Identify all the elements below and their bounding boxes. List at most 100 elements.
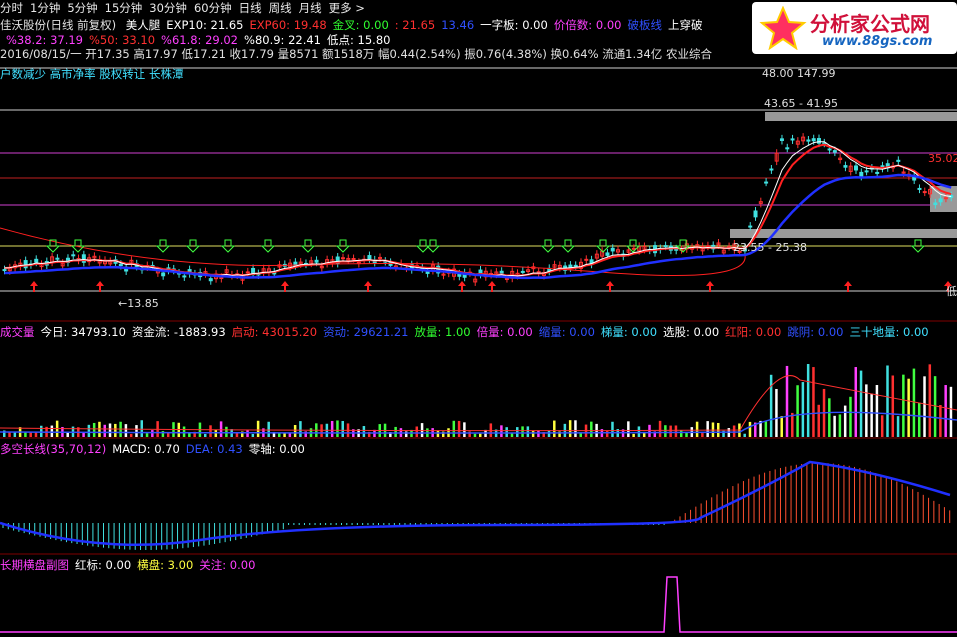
rect-315 <box>832 150 837 153</box>
vol-header-item-8: 梯量: 0.00 <box>600 325 658 339</box>
volume-bar-41 <box>219 421 223 437</box>
volume-bar-179 <box>949 386 953 437</box>
volume-bar-146 <box>775 388 778 437</box>
volume-bar-126 <box>669 425 672 437</box>
volume-bar-166 <box>880 415 884 437</box>
volume-bar-86 <box>457 420 461 437</box>
volume-bar-87 <box>463 422 466 437</box>
rect-267 <box>705 245 710 248</box>
volume-bar-173 <box>917 402 921 437</box>
rect-285 <box>753 210 758 218</box>
volume-bar-168 <box>891 375 895 437</box>
volume-bar-151 <box>801 382 805 437</box>
red-arrow-4 <box>458 281 466 292</box>
volume-bar-48 <box>256 420 260 437</box>
volume-bar-17 <box>92 422 96 437</box>
vol-header-item-2: 资金流: -1883.93 <box>131 325 226 339</box>
volume-bar-169 <box>896 416 900 437</box>
volume-bar-149 <box>791 412 794 437</box>
volume-bar-42 <box>225 426 228 437</box>
rect-93 <box>245 271 250 274</box>
vol-header-item-5: 放量: 1.00 <box>414 325 471 339</box>
volume-bar-39 <box>209 425 212 437</box>
vol-header-item-10: 红阳: 0.00 <box>725 325 782 339</box>
rect-309 <box>816 138 821 144</box>
volume-bar-21 <box>114 423 117 437</box>
rect-13 <box>34 258 39 263</box>
volume-bar-79 <box>420 423 424 437</box>
blue-trend-line <box>4 173 952 280</box>
volume-bar-28 <box>151 430 154 437</box>
volume-bar-145 <box>769 374 773 437</box>
sub-header-item-0: 长期横盘副图 <box>0 558 69 572</box>
rect-133 <box>351 257 356 260</box>
site-logo: 分析家公式网 www.88gs.com <box>752 2 957 54</box>
volume-bar-167 <box>886 365 889 437</box>
volume-bar-25 <box>135 425 138 437</box>
volume-bar-141 <box>748 421 752 437</box>
volume-bar-174 <box>923 376 926 437</box>
volume-bar-55 <box>293 425 297 437</box>
rect-31 <box>81 254 86 263</box>
volume-bar-20 <box>108 423 112 437</box>
macd-header-item-1: MACD: 0.70 <box>112 442 180 456</box>
volume-bar-175 <box>928 364 932 437</box>
logo-star-icon <box>759 6 807 50</box>
volume-bar-140 <box>743 433 746 437</box>
rect-217 <box>573 264 578 267</box>
rect-355 <box>938 198 943 203</box>
volume-bar-133 <box>706 421 709 437</box>
rect-339 <box>896 159 901 162</box>
rect-295 <box>779 138 784 141</box>
sub-header-item-1: 红标: 0.00 <box>75 558 132 572</box>
volume-bar-162 <box>859 370 863 437</box>
volume-bar-108 <box>574 420 577 437</box>
volume-bar-131 <box>695 421 699 437</box>
volume-bar-104 <box>553 420 556 437</box>
volume-bar-101 <box>537 430 540 437</box>
volume-bar-119 <box>632 433 635 437</box>
volume-bar-165 <box>875 385 879 437</box>
rect-297 <box>785 147 790 150</box>
volume-bar-125 <box>664 425 667 437</box>
volume-bar-178 <box>944 385 947 437</box>
sub-header-item-3: 关注: 0.00 <box>199 558 256 572</box>
rect-129 <box>340 257 345 260</box>
red-arrow-6 <box>606 281 614 292</box>
vol-header-item-7: 缩量: 0.00 <box>538 325 595 339</box>
volume-bar-158 <box>838 414 842 437</box>
rect-291 <box>769 168 774 171</box>
volume-bar-111 <box>590 421 593 437</box>
volume-bar-99 <box>526 426 530 437</box>
rect-353 <box>933 202 938 206</box>
volume-bar-153 <box>812 367 815 437</box>
volume-bar-127 <box>674 425 678 437</box>
rect-347 <box>917 187 922 190</box>
rect-289 <box>764 181 769 184</box>
volume-bar-164 <box>870 393 873 437</box>
rect-357 <box>943 197 948 200</box>
volume-bar-170 <box>902 374 905 437</box>
vol-header-item-4: 资动: 29621.21 <box>323 325 409 339</box>
rect-119 <box>314 259 319 263</box>
rect-327 <box>864 170 869 173</box>
volume-bar-177 <box>939 405 942 437</box>
chart-canvas[interactable] <box>0 0 957 637</box>
macd-header-item-0: 多空长线(35,70,12) <box>0 442 107 456</box>
volume-bar-172 <box>912 368 916 437</box>
volume-bar-176 <box>933 376 937 437</box>
ema10-line <box>4 143 952 277</box>
logo-text: 分析家公式网 <box>810 12 930 36</box>
volume-bar-27 <box>145 433 149 437</box>
vol-header-item-0: 成交量 <box>0 325 35 339</box>
volume-bar-138 <box>732 425 736 437</box>
macd-header-item-2: DEA: 0.43 <box>185 442 243 456</box>
rect-323 <box>854 165 859 171</box>
rect-191 <box>504 278 509 281</box>
volume-bar-154 <box>817 404 820 437</box>
volume-bar-124 <box>658 420 662 437</box>
rect-221 <box>584 258 589 261</box>
right-price-label: 35.02 <box>928 152 957 165</box>
volume-bar-96 <box>510 433 514 437</box>
red-arrow-3 <box>364 281 372 292</box>
